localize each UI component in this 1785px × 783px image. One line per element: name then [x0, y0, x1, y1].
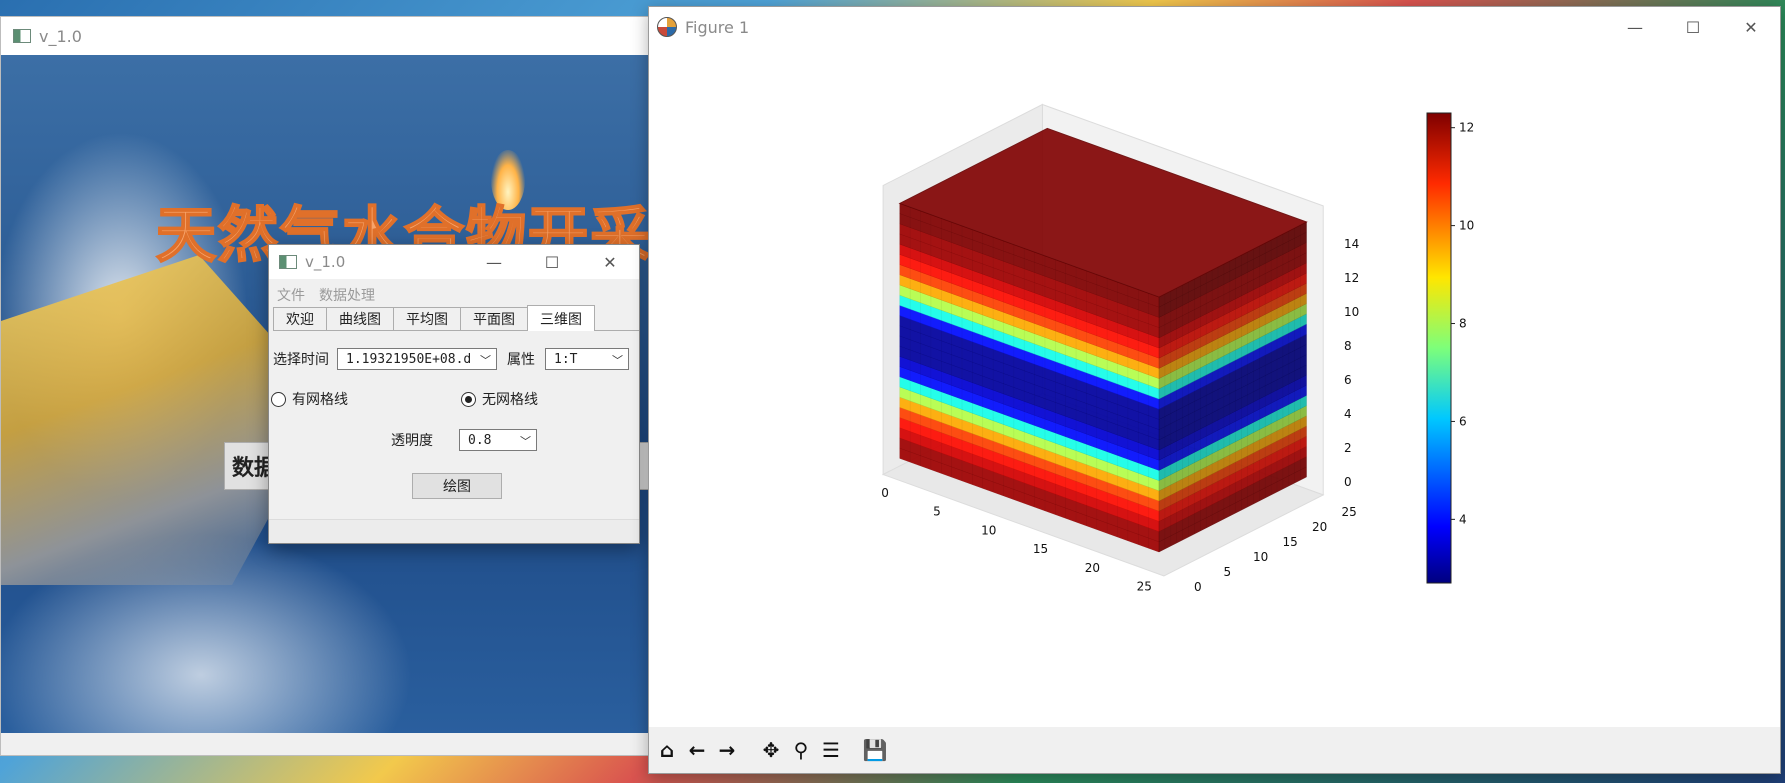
opacity-select-value: 0.8	[468, 432, 492, 448]
figure-window: Figure 1 — ☐ ✕ 0 5 10 15 20 25 0 5 10 15 20 25 0 2 4 6 8…	[648, 6, 1781, 774]
chevron-down-icon: ﹀	[480, 354, 491, 367]
app-icon	[279, 255, 297, 269]
v1-dialog-window: v_1.0 — ☐ ✕ 文件 数据处理 欢迎 曲线图 平均图 平面图 三维图 选…	[268, 244, 640, 544]
time-label: 选择时间	[273, 352, 329, 368]
z-tick-label: 12	[1344, 271, 1359, 285]
pan-icon[interactable]: ✥	[757, 736, 785, 764]
x-tick-label: 25	[1137, 580, 1152, 594]
plot-button[interactable]: 绘图	[412, 473, 502, 499]
colorbar-gradient	[1426, 112, 1452, 584]
window-controls: — ☐ ✕	[1606, 7, 1780, 47]
z-tick-label: 2	[1344, 441, 1352, 455]
window-title: v_1.0	[39, 26, 82, 46]
status-bar	[1, 733, 649, 755]
grid-off-radio[interactable]	[461, 391, 476, 407]
y-tick-label: 25	[1342, 505, 1357, 519]
tab-3d[interactable]: 三维图	[527, 305, 595, 331]
x-tick-label: 10	[981, 523, 996, 537]
dialog-title: v_1.0	[305, 253, 346, 271]
save-icon[interactable]: 💾	[861, 736, 889, 764]
chevron-down-icon: ﹀	[612, 354, 623, 367]
y-tick-label: 5	[1224, 565, 1232, 579]
colorbar-tick-label: 10	[1459, 219, 1474, 233]
close-button[interactable]: ✕	[1722, 7, 1780, 47]
time-select-value: 1.19321950E+08.d	[346, 351, 472, 367]
zoom-icon[interactable]: ⚲	[787, 736, 815, 764]
colorbar-tick-label: 4	[1459, 512, 1467, 526]
tab-bar: 欢迎 曲线图 平均图 平面图 三维图	[273, 305, 639, 331]
home-icon[interactable]: ⌂	[653, 736, 681, 764]
grid-on-option[interactable]: 有网格线	[271, 389, 348, 409]
x-tick-label: 5	[933, 505, 941, 519]
forward-arrow-icon[interactable]: →	[713, 736, 741, 764]
tab-curve[interactable]: 曲线图	[326, 307, 394, 330]
attr-select-value: 1:T	[554, 351, 578, 367]
dialog-status-bar	[269, 519, 639, 543]
window-controls: — ☐ ✕	[465, 245, 639, 279]
tab-welcome[interactable]: 欢迎	[273, 307, 327, 330]
menu-file[interactable]: 文件	[277, 285, 305, 305]
y-tick-label: 10	[1253, 550, 1268, 564]
attr-select[interactable]: 1:T ﹀	[545, 348, 629, 370]
menu-bar: 文件 数据处理	[269, 285, 639, 305]
z-tick-label: 4	[1344, 407, 1352, 421]
maximize-button[interactable]: ☐	[523, 245, 581, 279]
tab-average[interactable]: 平均图	[393, 307, 461, 330]
grid-on-label: 有网格线	[292, 392, 348, 408]
time-row: 选择时间 1.19321950E+08.d ﹀ 属性 1:T ﹀	[273, 348, 629, 370]
y-tick-label: 0	[1194, 580, 1202, 594]
y-tick-label: 20	[1312, 520, 1327, 534]
figure-title: Figure 1	[685, 17, 750, 37]
3d-voxel-plot[interactable]: 0 5 10 15 20 25 0 5 10 15 20 25 0 2 4 6 8 10 12 14 4 6 8 10 12	[649, 47, 1780, 727]
opacity-select[interactable]: 0.8 ﹀	[459, 429, 537, 451]
colorbar-tick-label: 6	[1459, 414, 1467, 428]
y-tick-label: 15	[1283, 535, 1298, 549]
app-icon	[13, 29, 31, 43]
z-tick-label: 8	[1344, 339, 1352, 353]
z-tick-label: 10	[1344, 305, 1359, 319]
configure-subplots-icon[interactable]: ☰	[817, 736, 845, 764]
grid-on-radio[interactable]	[271, 391, 286, 407]
z-tick-label: 14	[1344, 237, 1359, 251]
colorbar: 4 6 8 10 12	[1426, 112, 1474, 584]
navigation-toolbar: ⌂ ← → ✥ ⚲ ☰ 💾	[649, 727, 1780, 773]
matplotlib-icon	[657, 17, 677, 37]
x-tick-label: 0	[881, 486, 889, 500]
plot-button-label: 绘图	[443, 479, 471, 495]
dialog-titlebar: v_1.0 — ☐ ✕	[269, 245, 639, 279]
grid-off-option[interactable]: 无网格线	[461, 389, 538, 409]
menu-data-processing[interactable]: 数据处理	[319, 285, 375, 305]
opacity-label: 透明度	[391, 433, 433, 449]
minimize-button[interactable]: —	[1606, 7, 1664, 47]
grid-off-label: 无网格线	[482, 392, 538, 408]
x-tick-label: 15	[1033, 542, 1048, 556]
back-arrow-icon[interactable]: ←	[683, 736, 711, 764]
x-tick-label: 20	[1085, 561, 1100, 575]
z-tick-label: 6	[1344, 373, 1352, 387]
figure-titlebar: Figure 1 — ☐ ✕	[649, 7, 1780, 47]
tab-plane[interactable]: 平面图	[460, 307, 528, 330]
chevron-down-icon: ﹀	[520, 435, 531, 448]
opacity-row: 透明度 0.8 ﹀	[391, 429, 537, 451]
time-select[interactable]: 1.19321950E+08.d ﹀	[337, 348, 497, 370]
maximize-button[interactable]: ☐	[1664, 7, 1722, 47]
colorbar-tick-label: 12	[1459, 121, 1474, 135]
colorbar-tick-label: 8	[1459, 317, 1467, 331]
close-button[interactable]: ✕	[581, 245, 639, 279]
attr-label: 属性	[507, 352, 535, 368]
minimize-button[interactable]: —	[465, 245, 523, 279]
z-tick-label: 0	[1344, 475, 1352, 489]
window-titlebar: v_1.0	[1, 17, 649, 55]
